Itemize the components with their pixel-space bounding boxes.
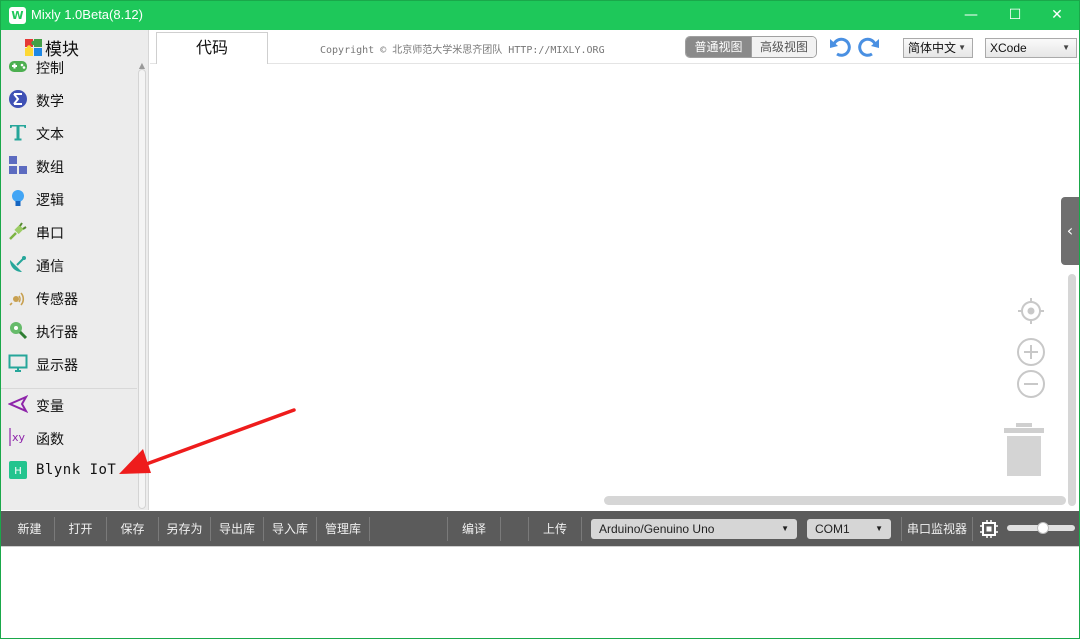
open-button[interactable]: 打开	[55, 517, 107, 541]
title-bar: W Mixly 1.0Beta(8.12) — ☐ ✕	[1, 1, 1079, 30]
advanced-view-button[interactable]: 高级视图	[751, 37, 816, 57]
workspace-vertical-scrollbar[interactable]	[1068, 274, 1076, 506]
zoom-out-icon[interactable]	[1016, 369, 1046, 399]
bottom-toolbar: 新建 打开 保存 另存为 导出库 导入库 管理库 编译 上传 Arduino/G…	[1, 511, 1079, 546]
category-math[interactable]: 数学	[1, 84, 137, 116]
maximize-button[interactable]: ☐	[993, 1, 1037, 30]
category-function[interactable]: xy 函数	[1, 422, 137, 454]
chip-icon[interactable]	[979, 520, 999, 538]
function-xy-icon: xy	[9, 428, 26, 446]
board-select[interactable]: Arduino/Genuino Uno ▼	[591, 519, 797, 539]
category-label: 执行器	[36, 324, 78, 340]
category-control[interactable]: 控制	[1, 51, 137, 83]
output-console[interactable]	[1, 546, 1079, 638]
category-text[interactable]: 文本	[1, 117, 137, 149]
monitor-icon	[8, 354, 28, 372]
save-button[interactable]: 保存	[107, 517, 159, 541]
category-label: 文本	[36, 126, 64, 142]
category-label: 传感器	[36, 291, 78, 307]
category-label: 显示器	[36, 357, 78, 373]
sidebar-vertical-scrollbar[interactable]: ▲ ▼	[137, 61, 147, 521]
import-library-button[interactable]: 导入库	[264, 517, 317, 541]
view-mode-toggle[interactable]: 普通视图 高级视图	[685, 36, 817, 58]
app-logo-icon: W	[9, 7, 26, 24]
category-blynk-iot[interactable]: H Blynk IoT	[1, 455, 137, 487]
toolbar-spacer	[501, 517, 529, 541]
blynk-icon: H	[9, 461, 27, 479]
scroll-thumb[interactable]	[138, 69, 146, 509]
compile-button[interactable]: 编译	[448, 517, 501, 541]
category-label: 串口	[36, 225, 64, 241]
toolbar-spacer	[370, 517, 448, 541]
mixly-window: W Mixly 1.0Beta(8.12) — ☐ ✕ 模块 控制 数学 文本 …	[0, 0, 1080, 639]
upload-button[interactable]: 上传	[529, 517, 582, 541]
close-button[interactable]: ✕	[1035, 1, 1079, 30]
chevron-down-icon: ▼	[781, 524, 789, 533]
tab-code[interactable]: 代码	[156, 32, 268, 64]
export-library-button[interactable]: 导出库	[211, 517, 264, 541]
board-select-value: Arduino/Genuino Uno	[599, 522, 715, 536]
serial-monitor-button[interactable]: 串口监视器	[901, 517, 973, 541]
category-label: 控制	[36, 60, 64, 76]
chevron-down-icon: ▼	[958, 43, 966, 52]
category-label: 变量	[36, 398, 64, 414]
minimize-button[interactable]: —	[949, 1, 993, 30]
language-select[interactable]: 简体中文 ▼	[903, 38, 973, 58]
window-title: Mixly 1.0Beta(8.12)	[31, 7, 143, 22]
category-communication[interactable]: 通信	[1, 249, 137, 281]
sensor-icon	[9, 292, 25, 306]
category-sensor[interactable]: 传感器	[1, 282, 137, 314]
lightbulb-icon	[12, 190, 24, 206]
redo-icon[interactable]	[858, 36, 880, 58]
theme-select-value: XCode	[990, 41, 1027, 55]
variable-icon	[8, 395, 28, 413]
gamepad-icon	[9, 61, 27, 72]
category-actuator[interactable]: 执行器	[1, 315, 137, 347]
category-label: 通信	[36, 258, 64, 274]
zoom-in-icon[interactable]	[1016, 337, 1046, 367]
editor-header: 代码 Copyright © 北京师范大学米思齐团队 HTTP://MIXLY.…	[150, 30, 1079, 64]
satellite-dish-icon	[10, 256, 26, 272]
category-array[interactable]: 数组	[1, 150, 137, 182]
port-select[interactable]: COM1 ▼	[807, 519, 891, 539]
collapse-panel-chevron-icon[interactable]: ‹	[1061, 197, 1079, 265]
category-label: Blynk IoT	[36, 462, 117, 478]
new-button[interactable]: 新建	[5, 517, 55, 541]
normal-view-button[interactable]: 普通视图	[686, 37, 751, 57]
language-select-value: 简体中文	[908, 41, 957, 55]
category-variable[interactable]: 变量	[1, 389, 137, 421]
category-serial[interactable]: 串口	[1, 216, 137, 248]
theme-select[interactable]: XCode ▼	[985, 38, 1077, 58]
plug-icon	[9, 222, 27, 240]
category-label: 数组	[36, 159, 64, 175]
block-category-sidebar: 模块 控制 数学 文本 数组 逻辑 串口 通信 传感器 执行器 显示器 变量 x…	[1, 30, 149, 533]
center-target-icon[interactable]	[1016, 296, 1046, 326]
workspace-horizontal-scrollbar[interactable]	[604, 496, 1066, 505]
svg-text:H: H	[14, 466, 22, 477]
port-select-value: COM1	[815, 522, 850, 536]
text-t-icon	[10, 125, 26, 141]
category-label: 函数	[36, 431, 64, 447]
category-label: 逻辑	[36, 192, 64, 208]
sigma-icon	[9, 90, 27, 108]
undo-icon[interactable]	[829, 36, 851, 58]
svg-text:xy: xy	[12, 431, 26, 444]
category-label: 数学	[36, 93, 64, 109]
actuator-icon	[10, 322, 28, 340]
array-blocks-icon	[9, 156, 27, 174]
manage-library-button[interactable]: 管理库	[317, 517, 370, 541]
trash-icon[interactable]	[1003, 422, 1045, 478]
copyright-text: Copyright © 北京师范大学米思齐团队 HTTP://MIXLY.ORG	[320, 45, 605, 56]
chevron-down-icon: ▼	[1062, 43, 1070, 52]
category-logic[interactable]: 逻辑	[1, 183, 137, 215]
blockly-workspace[interactable]: ‹	[150, 64, 1079, 510]
save-as-button[interactable]: 另存为	[159, 517, 211, 541]
slider-handle[interactable]	[1037, 522, 1049, 534]
chevron-down-icon: ▼	[875, 524, 883, 533]
category-display[interactable]: 显示器	[1, 348, 137, 380]
zoom-slider[interactable]	[1007, 522, 1075, 534]
